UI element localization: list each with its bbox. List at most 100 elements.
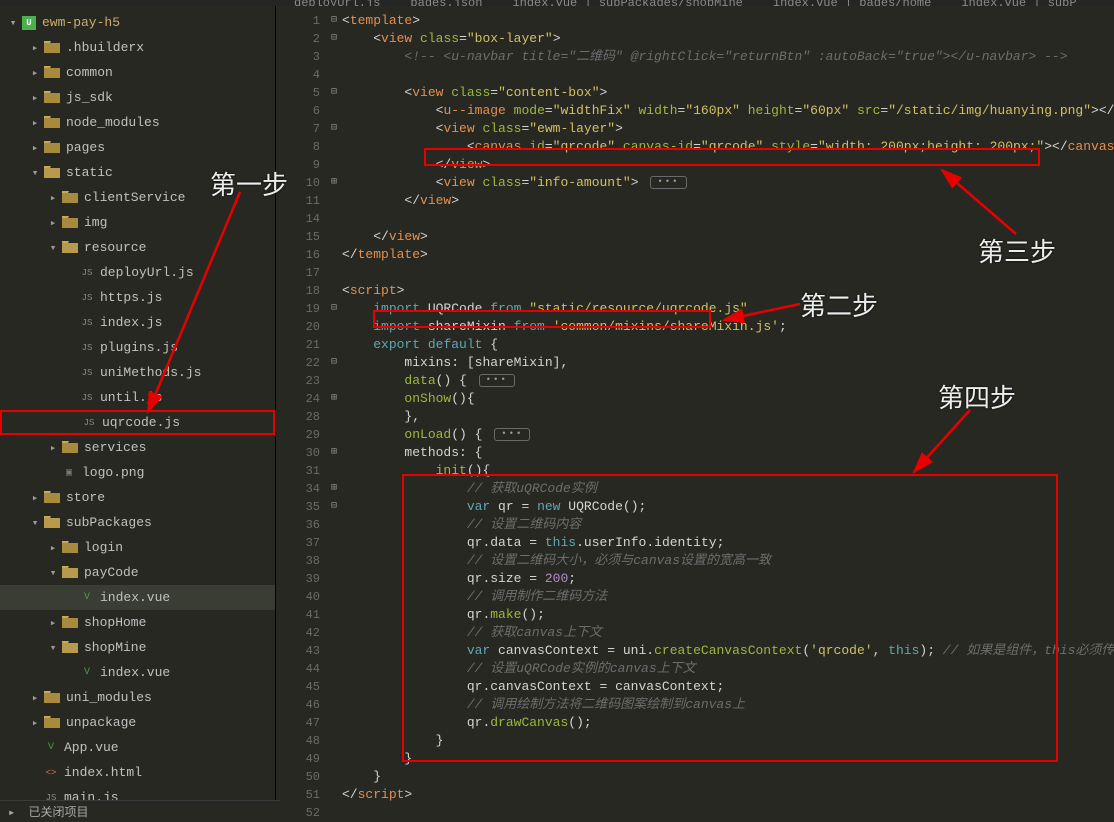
code-line[interactable]: }, [342, 408, 1114, 426]
chevron-right-icon[interactable] [26, 66, 44, 80]
code-line[interactable]: </template> [342, 246, 1114, 264]
code-line[interactable]: </script> [342, 786, 1114, 804]
code-line[interactable]: var canvasContext = uni.createCanvasCont… [342, 642, 1114, 660]
fold-expand-icon[interactable] [326, 390, 342, 408]
code-line[interactable]: import UQRCode from "static/resource/uqr… [342, 300, 1114, 318]
chevron-right-icon[interactable] [26, 41, 44, 55]
tree-item-unpackage[interactable]: unpackage [0, 710, 275, 735]
code-line[interactable]: </view> [342, 192, 1114, 210]
tree-item-app-vue[interactable]: VApp.vue [0, 735, 275, 760]
tree-item--hbuilderx[interactable]: .hbuilderx [0, 35, 275, 60]
tree-item-uni-modules[interactable]: uni_modules [0, 685, 275, 710]
code-line[interactable]: qr.drawCanvas(); [342, 714, 1114, 732]
tree-item-index-html[interactable]: <>index.html [0, 760, 275, 785]
code-line[interactable]: // 获取canvas上下文 [342, 624, 1114, 642]
code-line[interactable]: // 调用绘制方法将二维码图案绘制到canvas上 [342, 696, 1114, 714]
code-line[interactable]: <template> [342, 12, 1114, 30]
chevron-right-icon[interactable] [44, 441, 62, 455]
chevron-right-icon[interactable] [26, 691, 44, 705]
chevron-right-icon[interactable] [26, 716, 44, 730]
code-line[interactable] [342, 210, 1114, 228]
code-line[interactable]: onLoad() { ••• [342, 426, 1114, 444]
fold-placeholder[interactable]: ••• [650, 176, 686, 189]
code-line[interactable]: <canvas id="qrcode" canvas-id="qrcode" s… [342, 138, 1114, 156]
fold-collapse-icon[interactable] [326, 12, 342, 30]
chevron-right-icon[interactable] [44, 541, 62, 555]
code-line[interactable]: } [342, 750, 1114, 768]
fold-expand-icon[interactable] [326, 480, 342, 498]
fold-collapse-icon[interactable] [326, 84, 342, 102]
code-line[interactable] [342, 264, 1114, 282]
chevron-right-icon[interactable] [26, 141, 44, 155]
chevron-down-icon[interactable] [26, 166, 44, 180]
chevron-down-icon[interactable] [4, 16, 22, 30]
tree-item-paycode[interactable]: payCode [0, 560, 275, 585]
closed-projects-bar[interactable]: ▸ 已关闭项目 [0, 800, 280, 822]
tree-item-deployurl-js[interactable]: JSdeployUrl.js [0, 260, 275, 285]
code-line[interactable]: // 设置二维码内容 [342, 516, 1114, 534]
code-line[interactable]: <view class="box-layer"> [342, 30, 1114, 48]
tree-item-node-modules[interactable]: node_modules [0, 110, 275, 135]
tree-item-index-vue[interactable]: Vindex.vue [0, 660, 275, 685]
code-line[interactable]: <view class="content-box"> [342, 84, 1114, 102]
fold-collapse-icon[interactable] [326, 120, 342, 138]
tree-item-uqrcode-js[interactable]: JSuqrcode.js [0, 410, 275, 435]
code-line[interactable]: <!-- <u-navbar title="二维码" @rightClick="… [342, 48, 1114, 66]
fold-placeholder[interactable]: ••• [479, 374, 515, 387]
code-editor[interactable]: 1234567891011141516171819202122232428293… [276, 6, 1114, 822]
chevron-down-icon[interactable] [44, 241, 62, 255]
code-line[interactable]: data() { ••• [342, 372, 1114, 390]
tree-item-resource[interactable]: resource [0, 235, 275, 260]
code-line[interactable]: </view> [342, 228, 1114, 246]
code-line[interactable]: qr.make(); [342, 606, 1114, 624]
code-line[interactable]: mixins: [shareMixin], [342, 354, 1114, 372]
code-line[interactable]: onShow(){ [342, 390, 1114, 408]
code-line[interactable]: <view class="info-amount"> ••• [342, 174, 1114, 192]
code-line[interactable]: <u--image mode="widthFix" width="160px" … [342, 102, 1114, 120]
tree-item-until-js[interactable]: JSuntil.js [0, 385, 275, 410]
code-line[interactable]: <view class="ewm-layer"> [342, 120, 1114, 138]
fold-expand-icon[interactable] [326, 174, 342, 192]
tree-item-login[interactable]: login [0, 535, 275, 560]
code-content[interactable]: <template> <view class="box-layer"> <!--… [342, 6, 1114, 822]
code-line[interactable]: } [342, 732, 1114, 750]
code-line[interactable] [342, 66, 1114, 84]
tree-item-store[interactable]: store [0, 485, 275, 510]
fold-collapse-icon[interactable] [326, 354, 342, 372]
code-line[interactable]: // 设置uQRCode实例的canvas上下文 [342, 660, 1114, 678]
code-line[interactable]: // 调用制作二维码方法 [342, 588, 1114, 606]
code-line[interactable]: // 设置二维码大小，必须与canvas设置的宽高一致 [342, 552, 1114, 570]
fold-collapse-icon[interactable] [326, 30, 342, 48]
fold-collapse-icon[interactable] [326, 300, 342, 318]
fold-placeholder[interactable]: ••• [494, 428, 530, 441]
code-line[interactable]: qr.canvasContext = canvasContext; [342, 678, 1114, 696]
code-line[interactable]: methods: { [342, 444, 1114, 462]
fold-expand-icon[interactable] [326, 444, 342, 462]
fold-collapse-icon[interactable] [326, 498, 342, 516]
code-line[interactable]: qr.size = 200; [342, 570, 1114, 588]
chevron-down-icon[interactable] [26, 516, 44, 530]
tree-item-index-vue[interactable]: Vindex.vue [0, 585, 275, 610]
chevron-right-icon[interactable] [26, 91, 44, 105]
tree-item-js-sdk[interactable]: js_sdk [0, 85, 275, 110]
code-line[interactable]: import shareMixin from 'common/mixins/sh… [342, 318, 1114, 336]
code-line[interactable]: // 获取uQRCode实例 [342, 480, 1114, 498]
chevron-right-icon[interactable] [44, 216, 62, 230]
tree-item-shopmine[interactable]: shopMine [0, 635, 275, 660]
chevron-down-icon[interactable] [44, 641, 62, 655]
tree-item-unimethods-js[interactable]: JSuniMethods.js [0, 360, 275, 385]
tree-item-static[interactable]: static [0, 160, 275, 185]
chevron-down-icon[interactable] [44, 566, 62, 580]
tree-item-subpackages[interactable]: subPackages [0, 510, 275, 535]
tree-item-img[interactable]: img [0, 210, 275, 235]
tree-item-logo-png[interactable]: ▣logo.png [0, 460, 275, 485]
file-explorer[interactable]: U ewm-pay-h5 .hbuilderxcommonjs_sdknode_… [0, 6, 276, 822]
tree-item-clientservice[interactable]: clientService [0, 185, 275, 210]
fold-gutter[interactable] [326, 6, 342, 822]
code-line[interactable]: <script> [342, 282, 1114, 300]
chevron-right-icon[interactable] [44, 191, 62, 205]
code-line[interactable]: qr.data = this.userInfo.identity; [342, 534, 1114, 552]
tree-item-common[interactable]: common [0, 60, 275, 85]
code-line[interactable]: var qr = new UQRCode(); [342, 498, 1114, 516]
tree-item-pages[interactable]: pages [0, 135, 275, 160]
